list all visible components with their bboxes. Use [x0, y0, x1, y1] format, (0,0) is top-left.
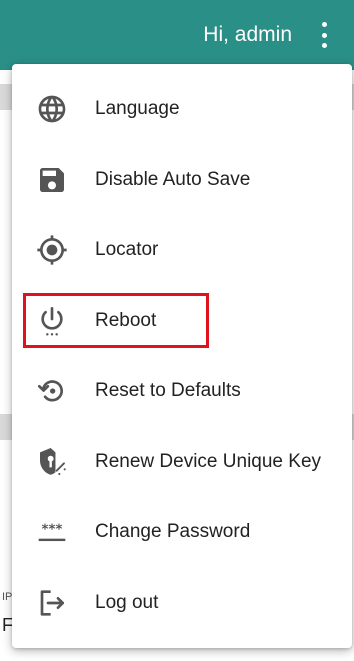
menu-item-language[interactable]: Language: [12, 74, 352, 145]
top-app-bar: Hi, admin: [0, 0, 354, 70]
menu-item-label: Reset to Defaults: [95, 380, 241, 402]
user-menu: Language Disable Auto Save Locator Reboo…: [12, 64, 352, 648]
svg-text:***: ***: [42, 523, 63, 538]
reset-icon: [36, 375, 68, 407]
menu-item-log-out[interactable]: Log out: [12, 568, 352, 639]
menu-item-label: Reboot: [95, 309, 157, 331]
page: Hi, admin IP F Language Disable Auto Sav…: [0, 0, 354, 661]
menu-item-reboot[interactable]: Reboot: [12, 286, 352, 357]
menu-item-label: Locator: [95, 239, 159, 261]
menu-item-locator[interactable]: Locator: [12, 215, 352, 286]
menu-item-reset-to-defaults[interactable]: Reset to Defaults: [12, 356, 352, 427]
menu-item-label: Renew Device Unique Key: [95, 450, 322, 472]
menu-item-label: Disable Auto Save: [95, 168, 251, 190]
shield-key-icon: [36, 446, 68, 478]
menu-item-change-password[interactable]: *** Change Password: [12, 497, 352, 568]
menu-item-disable-auto-save[interactable]: Disable Auto Save: [12, 145, 352, 216]
background-label: IP: [2, 591, 13, 603]
more-vert-icon[interactable]: [316, 22, 332, 48]
logout-icon: [36, 587, 68, 619]
locator-icon: [36, 234, 68, 266]
power-icon: [36, 305, 68, 337]
user-greeting: Hi, admin: [203, 23, 292, 46]
menu-item-label: Log out: [95, 591, 159, 613]
globe-icon: [36, 93, 68, 125]
menu-item-renew-device-unique-key[interactable]: Renew Device Unique Key: [12, 427, 352, 498]
menu-item-label: Language: [95, 98, 180, 120]
save-icon: [36, 164, 68, 196]
menu-item-label: Change Password: [95, 521, 251, 543]
password-icon: ***: [36, 516, 68, 548]
